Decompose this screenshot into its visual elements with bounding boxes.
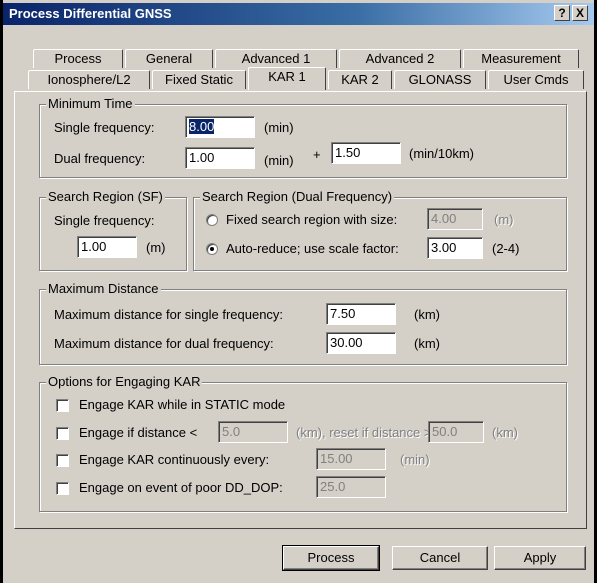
fixed-region-unit: (m) <box>494 212 514 227</box>
minimum-time-group: Minimum Time Single frequency: 8.00 (min… <box>39 96 567 178</box>
apply-button[interactable]: Apply <box>494 546 586 570</box>
engage-dop-label: Engage on event of poor DD_DOP: <box>79 480 283 495</box>
tab-advanced-1[interactable]: Advanced 1 <box>215 49 337 68</box>
engage-options-group: Options for Engaging KAR Engage KAR whil… <box>39 374 567 512</box>
search-region-sf-label: Search Region (SF) <box>46 189 165 204</box>
engage-dop-checkbox[interactable] <box>56 482 69 495</box>
window-title: Process Differential GNSS <box>9 6 172 21</box>
cancel-button[interactable]: Cancel <box>392 546 488 570</box>
window-frame-left <box>0 0 3 583</box>
tab-measurement[interactable]: Measurement <box>463 49 579 68</box>
max-dist-single-label: Maximum distance for single frequency: <box>54 307 284 322</box>
engage-distance-label: Engage if distance < <box>79 425 198 440</box>
title-bar[interactable]: Process Differential GNSS ? X <box>3 3 594 25</box>
engage-continuous-input[interactable]: 15.00 <box>316 448 386 470</box>
engage-static-label: Engage KAR while in STATIC mode <box>79 397 286 412</box>
max-distance-group: Maximum Distance Maximum distance for si… <box>39 281 567 365</box>
search-region-df-group: Search Region (Dual Frequency) Fixed sea… <box>193 189 567 271</box>
tab-fixed-static[interactable]: Fixed Static <box>152 70 246 89</box>
min-time-dual-unit: (min) <box>264 153 294 168</box>
sf-region-unit: (m) <box>146 240 166 255</box>
engage-distance-checkbox[interactable] <box>56 427 69 440</box>
min-time-extra-unit: (min/10km) <box>409 146 475 161</box>
max-dist-dual-label: Maximum distance for dual frequency: <box>54 336 274 351</box>
max-distance-label: Maximum Distance <box>46 281 161 296</box>
max-dist-dual-input[interactable]: 30.00 <box>326 332 396 354</box>
min-time-dual-label: Dual frequency: <box>54 151 146 166</box>
max-dist-dual-unit: (km) <box>414 336 440 351</box>
engage-continuous-checkbox[interactable] <box>56 454 69 467</box>
tab-general[interactable]: General <box>125 49 213 68</box>
engage-static-checkbox[interactable] <box>56 399 69 412</box>
auto-reduce-unit: (2-4) <box>492 241 520 256</box>
kar1-panel: Minimum Time Single frequency: 8.00 (min… <box>14 91 587 529</box>
auto-reduce-input[interactable]: 3.00 <box>427 237 483 259</box>
help-button[interactable]: ? <box>554 5 570 21</box>
min-time-single-unit: (min) <box>264 120 294 135</box>
engage-dop-input[interactable]: 25.0 <box>316 476 386 498</box>
min-time-single-label: Single frequency: <box>54 120 155 135</box>
tab-process[interactable]: Process <box>33 49 123 68</box>
plus-sign: + <box>313 147 321 162</box>
reset-distance-unit: (km) <box>492 425 518 440</box>
min-time-extra-input[interactable]: 1.50 <box>331 142 401 164</box>
tab-ionosphere-l2[interactable]: Ionosphere/L2 <box>28 70 150 89</box>
search-region-df-label: Search Region (Dual Frequency) <box>200 189 395 204</box>
auto-reduce-label: Auto-reduce; use scale factor: <box>226 241 399 256</box>
process-button[interactable]: Process <box>282 545 380 571</box>
fixed-region-label: Fixed search region with size: <box>226 212 398 227</box>
min-time-dual-input[interactable]: 1.00 <box>185 147 255 169</box>
sf-region-input[interactable]: 1.00 <box>77 236 137 258</box>
minimum-time-label: Minimum Time <box>46 96 135 111</box>
auto-reduce-radio[interactable] <box>206 243 218 255</box>
tab-glonass[interactable]: GLONASS <box>394 70 486 89</box>
engage-continuous-unit: (min) <box>400 452 430 467</box>
sf-single-label: Single frequency: <box>54 213 155 228</box>
close-button[interactable]: X <box>572 5 588 21</box>
dialog-window: Process Differential GNSS ? X Process Ge… <box>0 0 597 583</box>
min-time-single-input[interactable]: 8.00 <box>185 116 255 138</box>
engage-options-label: Options for Engaging KAR <box>46 374 203 389</box>
tab-advanced-2[interactable]: Advanced 2 <box>339 49 461 68</box>
search-region-sf-group: Search Region (SF) Single frequency: 1.0… <box>39 189 187 271</box>
fixed-region-input[interactable]: 4.00 <box>427 208 483 230</box>
max-dist-single-unit: (km) <box>414 307 440 322</box>
fixed-region-radio[interactable] <box>206 214 218 226</box>
tab-kar-2[interactable]: KAR 2 <box>328 70 392 89</box>
tab-kar-1[interactable]: KAR 1 <box>248 67 326 90</box>
reset-distance-input[interactable]: 50.0 <box>428 421 484 443</box>
reset-distance-label: (km), reset if distance > <box>296 425 432 440</box>
engage-continuous-label: Engage KAR continuously every: <box>79 452 270 467</box>
max-dist-single-input[interactable]: 7.50 <box>326 303 396 325</box>
engage-distance-input[interactable]: 5.0 <box>218 421 288 443</box>
tab-user-cmds[interactable]: User Cmds <box>488 70 584 89</box>
